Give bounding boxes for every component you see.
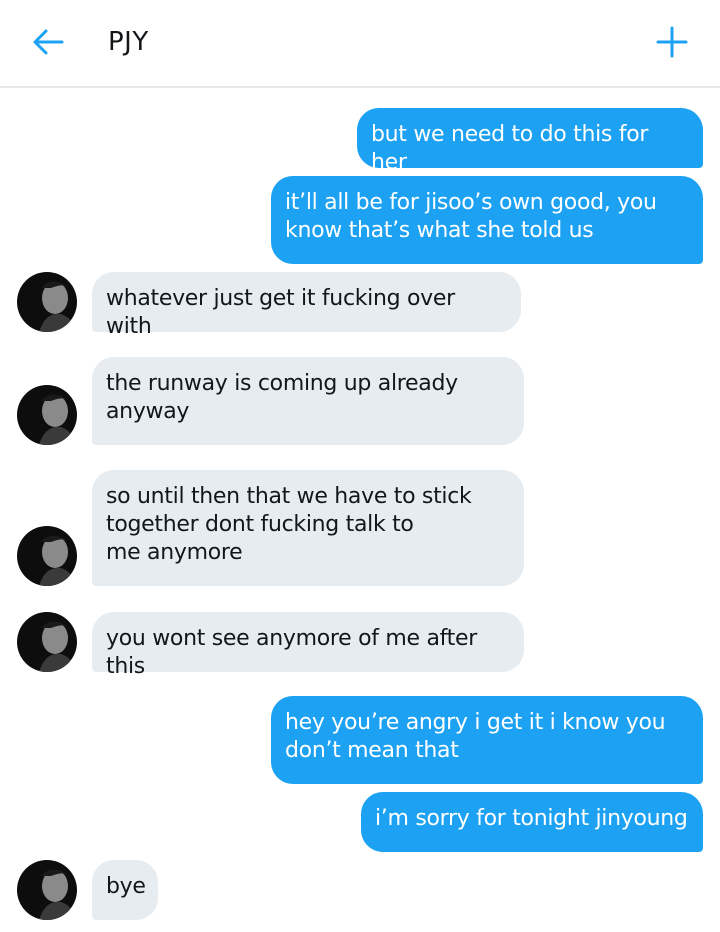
add-button[interactable] — [652, 22, 692, 62]
avatar[interactable] — [17, 860, 77, 920]
profile-photo-icon — [17, 385, 77, 445]
back-button[interactable] — [28, 22, 68, 62]
avatar[interactable] — [17, 612, 77, 672]
profile-photo-icon — [17, 272, 77, 332]
avatar[interactable] — [17, 526, 77, 586]
profile-photo-icon — [17, 860, 77, 920]
outgoing-message[interactable]: hey you’re angry i get it i know you don… — [271, 696, 703, 784]
incoming-message[interactable]: you wont see anymore of me after this — [92, 612, 524, 679]
avatar[interactable] — [17, 385, 77, 445]
incoming-message[interactable]: bye — [92, 860, 158, 920]
conversation-title: PJY — [108, 27, 149, 57]
profile-photo-icon — [17, 612, 77, 672]
conversation-header: PJY — [0, 0, 720, 88]
profile-photo-icon — [17, 526, 77, 586]
incoming-message[interactable]: so until then that we have to stick toge… — [92, 470, 524, 586]
arrow-left-icon — [33, 29, 64, 55]
avatar[interactable] — [17, 272, 77, 332]
outgoing-message[interactable]: it’ll all be for jisoo’s own good, you k… — [271, 176, 703, 264]
plus-icon — [656, 26, 688, 58]
outgoing-message[interactable]: but we need to do this for her — [357, 108, 703, 175]
outgoing-message[interactable]: i’m sorry for tonight jinyoung — [361, 792, 703, 852]
incoming-message[interactable]: whatever just get it fucking over with — [92, 272, 521, 339]
incoming-message[interactable]: the runway is coming up already anyway — [92, 357, 524, 445]
